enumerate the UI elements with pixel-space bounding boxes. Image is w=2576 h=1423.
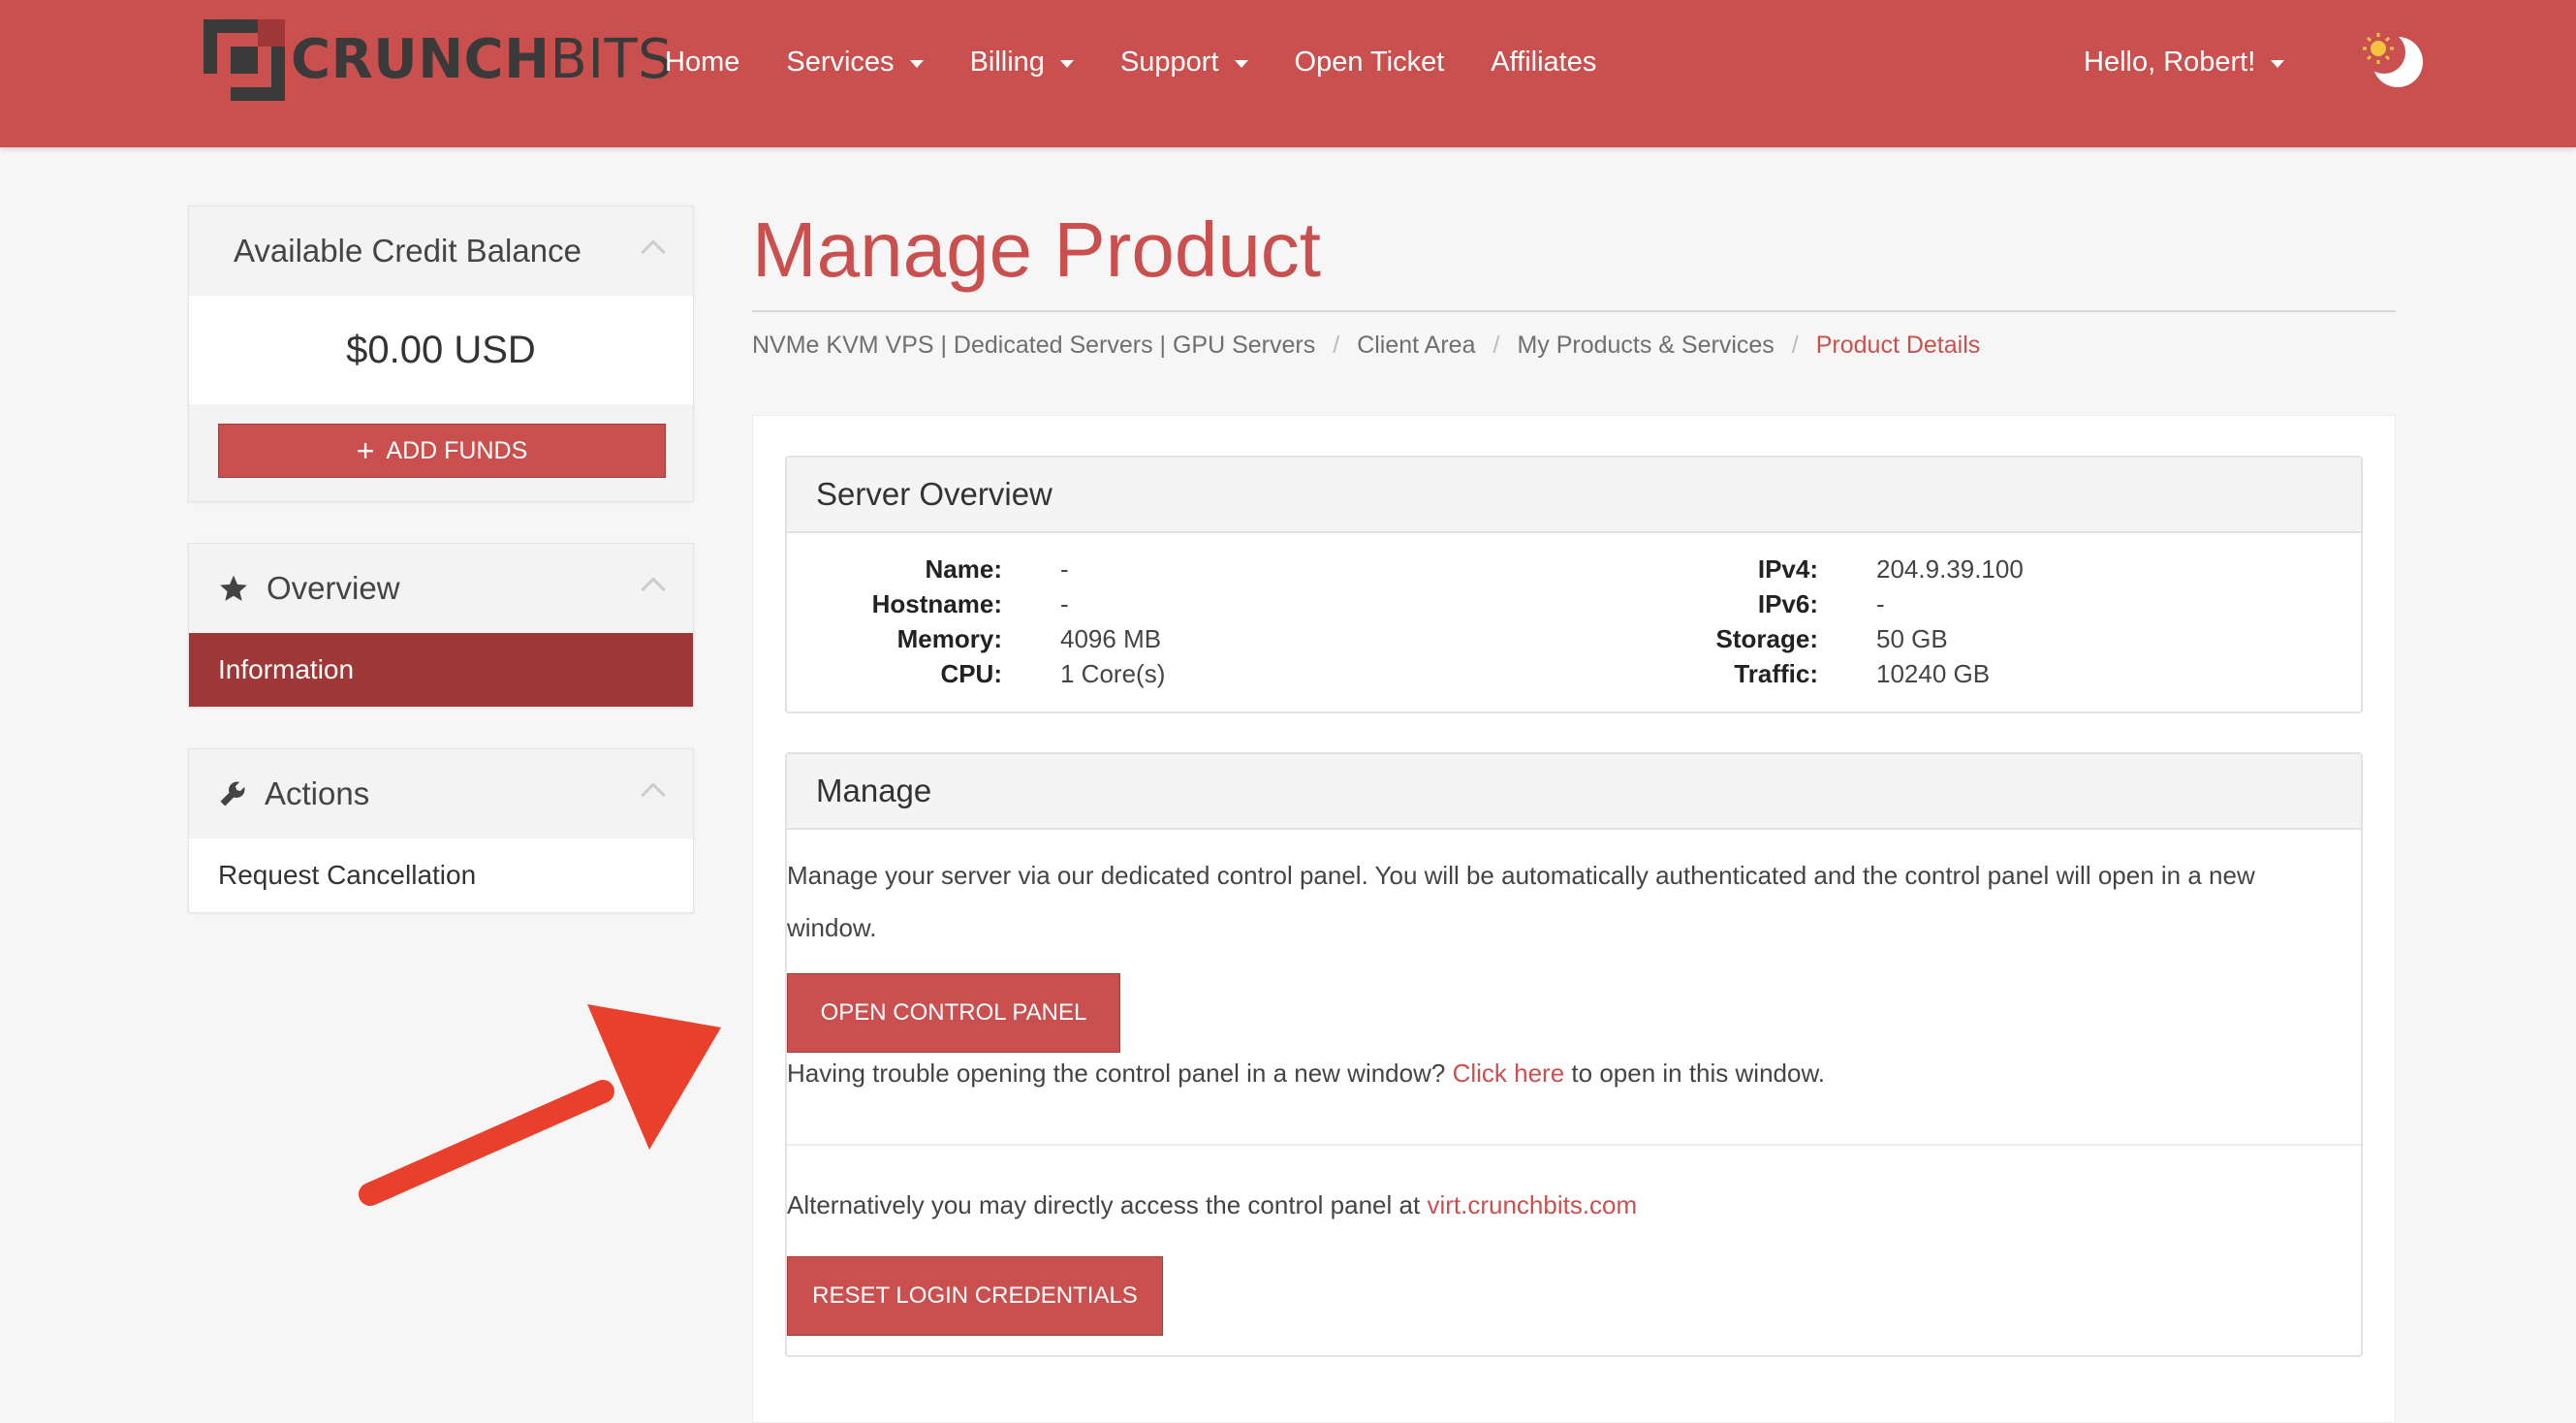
chevron-up-icon[interactable] [641, 577, 666, 602]
add-funds-label: ADD FUNDS [386, 436, 528, 464]
overview-label-name: Name: [925, 554, 1002, 584]
overview-title: Overview [267, 570, 400, 606]
nav-home[interactable]: Home [665, 39, 739, 85]
nav-affiliates[interactable]: Affiliates [1491, 39, 1596, 85]
breadcrumb-separator: / [1333, 332, 1340, 359]
overview-value-hostname: - [1060, 589, 1069, 618]
top-navbar: CRUNCHBITS Home Services Billing Support… [0, 0, 2576, 147]
overview-label-memory: Memory: [896, 624, 1002, 653]
breadcrumb-separator: / [1791, 332, 1799, 359]
nav-support[interactable]: Support [1120, 39, 1248, 85]
overview-value-name: - [1060, 554, 1069, 584]
overview-value-ipv6: - [1876, 589, 1885, 618]
overview-label-traffic: Traffic: [1734, 659, 1818, 688]
control-panel-url-link[interactable]: virt.crunchbits.com [1427, 1190, 1637, 1219]
manage-card: Manage Manage your server via our dedica… [785, 752, 2363, 1357]
user-greeting: Hello, Robert! [2084, 46, 2256, 78]
click-here-link[interactable]: Click here [1453, 1059, 1565, 1088]
sun-moon-icon[interactable] [2359, 27, 2427, 95]
sidebar-item-information[interactable]: Information [189, 633, 693, 707]
plus-icon: + [356, 433, 375, 468]
overview-label-storage: Storage: [1715, 624, 1818, 653]
actions-header[interactable]: Actions [189, 749, 693, 838]
manage-divider [787, 1144, 2361, 1146]
credit-balance-footer: + ADD FUNDS [189, 404, 693, 501]
nav-services[interactable]: Services [786, 39, 924, 85]
user-menu[interactable]: Hello, Robert! [2084, 39, 2285, 85]
credit-balance-header[interactable]: Available Credit Balance [189, 206, 693, 296]
overview-value-storage: 50 GB [1876, 624, 1948, 653]
server-overview-title: Server Overview [787, 458, 2361, 533]
brand-name: CRUNCHBITS [291, 33, 673, 87]
add-funds-button[interactable]: + ADD FUNDS [218, 424, 666, 478]
brand-name-part2: BITS [550, 28, 674, 91]
overview-label-hostname: Hostname: [871, 589, 1002, 618]
open-control-panel-label: OPEN CONTROL PANEL [820, 999, 1087, 1026]
overview-value-traffic: 10240 GB [1876, 659, 1991, 688]
alternative-access-text: Alternatively you may directly access th… [787, 1190, 1638, 1219]
main-nav: Home Services Billing Support Open Ticke… [665, 39, 1643, 85]
annotation-arrow-icon [359, 1004, 721, 1206]
logo-mark-icon [204, 19, 285, 101]
brand-logo[interactable]: CRUNCHBITS [204, 19, 673, 101]
nav-billing[interactable]: Billing [970, 39, 1074, 85]
caret-down-icon [2271, 60, 2285, 68]
overview-value-memory: 4096 MB [1060, 624, 1162, 653]
overview-header[interactable]: Overview [189, 544, 693, 633]
caret-down-icon [1234, 60, 1248, 68]
title-divider [752, 310, 2396, 312]
overview-panel: Overview Information [188, 543, 694, 708]
star-icon [218, 573, 249, 604]
credit-balance-amount: $0.00 USD [346, 328, 536, 371]
manage-title: Manage [787, 754, 2361, 830]
breadcrumb: NVMe KVM VPS | Dedicated Servers | GPU S… [752, 332, 1980, 360]
chevron-up-icon[interactable] [641, 239, 666, 265]
breadcrumb-separator: / [1492, 332, 1500, 359]
overview-label-ipv4: IPv4: [1757, 554, 1818, 584]
overview-label-ipv6: IPv6: [1757, 589, 1818, 618]
trouble-text: Having trouble opening the control panel… [787, 1059, 1826, 1088]
wrench-icon [218, 779, 247, 808]
chevron-up-icon[interactable] [641, 782, 666, 807]
credit-balance-title: Available Credit Balance [234, 233, 581, 269]
credit-balance-panel: Available Credit Balance $0.00 USD + ADD… [188, 206, 694, 502]
breadcrumb-home[interactable]: NVMe KVM VPS | Dedicated Servers | GPU S… [752, 332, 1315, 360]
page-title: Manage Product [752, 206, 1322, 293]
breadcrumb-client-area[interactable]: Client Area [1357, 332, 1475, 360]
actions-panel: Actions Request Cancellation [188, 748, 694, 913]
overview-label-cpu: CPU: [940, 659, 1002, 688]
caret-down-icon [1059, 60, 1074, 68]
manage-description: Manage your server via our dedicated con… [787, 861, 2255, 942]
nav-open-ticket[interactable]: Open Ticket [1295, 39, 1445, 85]
reset-login-credentials-button[interactable]: RESET LOGIN CREDENTIALS [787, 1256, 1163, 1336]
actions-title: Actions [265, 775, 370, 811]
reset-login-credentials-label: RESET LOGIN CREDENTIALS [812, 1282, 1138, 1309]
breadcrumb-current: Product Details [1815, 332, 1981, 359]
brand-name-part1: CRUNCH [291, 28, 550, 91]
sidebar-item-request-cancellation[interactable]: Request Cancellation [189, 838, 693, 912]
open-control-panel-button[interactable]: OPEN CONTROL PANEL [787, 973, 1120, 1053]
breadcrumb-products[interactable]: My Products & Services [1517, 332, 1774, 360]
caret-down-icon [909, 60, 924, 68]
overview-value-ipv4: 204.9.39.100 [1876, 554, 2024, 584]
server-overview-card: Server Overview Name: - Hostname: - Memo… [785, 456, 2363, 713]
overview-value-cpu: 1 Core(s) [1060, 659, 1166, 688]
